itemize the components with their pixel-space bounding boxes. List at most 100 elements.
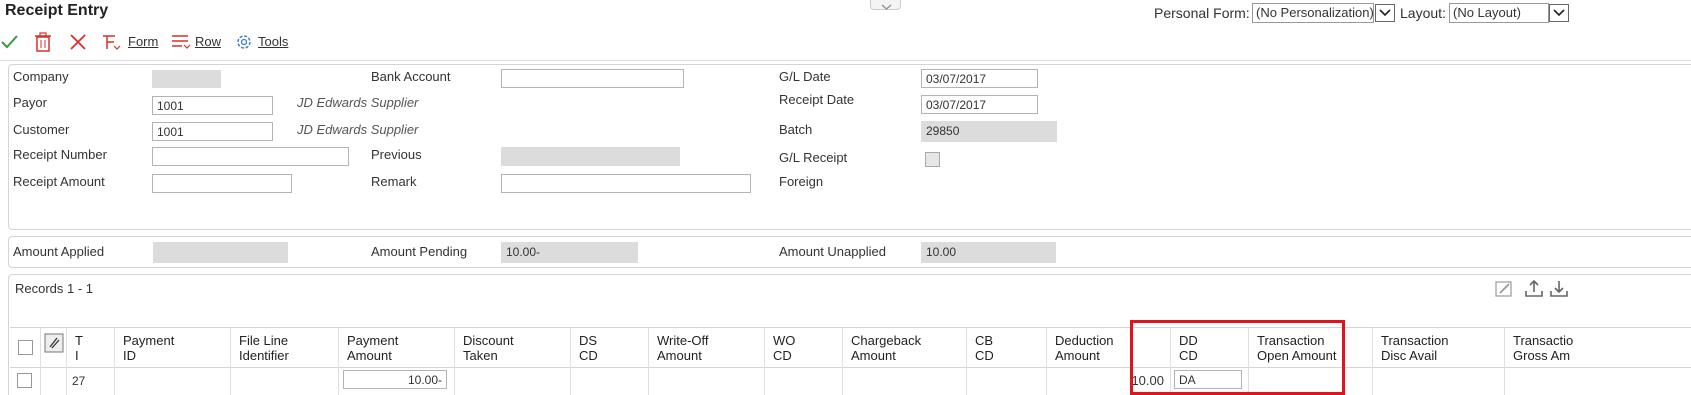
delete-button[interactable] [33, 31, 53, 53]
row-discount-taken-cell[interactable] [454, 368, 570, 395]
chevron-down-icon [881, 4, 892, 10]
column-header-transaction-disc-avail[interactable]: Transaction Disc Avail [1372, 328, 1504, 369]
customer-description: JD Edwards Supplier [297, 122, 419, 137]
grid-header: TI Payment ID File Line Identifier Payment… [10, 327, 1691, 369]
row-disc-avail-cell[interactable] [1372, 368, 1504, 395]
receipt-amount-label: Receipt Amount [13, 174, 105, 189]
bank-account-input[interactable] [501, 69, 684, 88]
close-icon [70, 34, 86, 50]
row-ds-cd-cell[interactable] [570, 368, 648, 395]
gear-icon [237, 35, 251, 49]
gl-receipt-label: G/L Receipt [779, 150, 848, 165]
payor-input[interactable]: 1001 [152, 96, 273, 115]
gl-date-input[interactable]: 03/07/2017 [921, 69, 1038, 88]
column-header-cb-cd[interactable]: CB CD [966, 328, 1046, 369]
amount-applied-field [153, 242, 288, 263]
tools-menu-label: Tools [258, 34, 289, 49]
select-all-column [10, 328, 40, 369]
gl-date-label: G/L Date [779, 69, 831, 84]
receipt-date-label: Receipt Date [779, 92, 855, 107]
collapse-handle[interactable] [870, 0, 901, 10]
amount-unapplied-label: Amount Unapplied [779, 244, 886, 259]
layout-label: Layout: [1400, 5, 1446, 21]
upload-icon [1525, 279, 1543, 297]
row-file-line-cell[interactable] [230, 368, 338, 395]
form-icon [103, 35, 121, 50]
import-button[interactable] [1549, 278, 1569, 298]
row-ti-cell: 27 [66, 368, 114, 395]
receipt-number-input[interactable] [152, 147, 349, 166]
amount-pending-field: 10.00- [501, 242, 638, 263]
personal-form-select[interactable]: (No Personalization) [1252, 3, 1374, 23]
payor-label: Payor [13, 95, 47, 110]
chevron-down-icon [1379, 9, 1391, 17]
column-header-wo-cd[interactable]: WO CD [764, 328, 842, 369]
row-icon [172, 35, 191, 49]
row-wo-cd-cell[interactable] [764, 368, 842, 395]
table-row[interactable]: 27 10.00- 10.00 DA [10, 368, 1691, 395]
receipt-amount-input[interactable] [152, 174, 292, 193]
layout-dropdown-button[interactable] [1549, 4, 1569, 22]
row-write-off-cell[interactable] [648, 368, 764, 395]
remark-label: Remark [371, 174, 417, 189]
customer-input[interactable]: 1001 [152, 122, 273, 141]
amount-unapplied-field: 10.00 [921, 242, 1056, 263]
receipt-date-input[interactable]: 03/07/2017 [921, 95, 1038, 114]
remark-input[interactable] [501, 174, 751, 193]
cancel-button[interactable] [68, 32, 88, 52]
column-header-discount-taken[interactable]: Discount Taken [454, 328, 570, 369]
export-button[interactable] [1524, 278, 1544, 298]
previous-field [501, 147, 680, 166]
receipt-number-label: Receipt Number [13, 147, 107, 162]
row-select-cell [10, 368, 40, 395]
records-count: Records 1 - 1 [15, 281, 94, 296]
row-checkbox[interactable] [17, 373, 32, 388]
layout-select[interactable]: (No Layout) [1449, 3, 1549, 23]
row-menu-label: Row [195, 34, 222, 49]
gl-receipt-checkbox [925, 152, 940, 167]
column-header-file-line-identifier[interactable]: File Line Identifier [230, 328, 338, 369]
row-attachment-cell [40, 368, 66, 395]
form-menu-label: Form [128, 34, 159, 49]
page-title: Receipt Entry [5, 2, 109, 19]
bank-account-label: Bank Account [371, 69, 451, 84]
batch-field: 29850 [921, 121, 1057, 142]
column-header-ti[interactable]: TI [66, 328, 114, 369]
column-header-ds-cd[interactable]: DS CD [570, 328, 648, 369]
column-header-payment-id[interactable]: Payment ID [114, 328, 230, 369]
row-gross-amount-cell[interactable] [1504, 368, 1691, 395]
grid-edit-button[interactable] [1494, 279, 1514, 299]
row-chargeback-cell[interactable] [842, 368, 966, 395]
row-payment-id-cell[interactable] [114, 368, 230, 395]
column-header-chargeback-amount[interactable]: Chargeback Amount [842, 328, 966, 369]
column-header-write-off-amount[interactable]: Write-Off Amount [648, 328, 764, 369]
select-all-checkbox[interactable] [18, 340, 33, 355]
column-header-payment-amount[interactable]: Payment Amount [338, 328, 454, 369]
row-payment-amount-cell: 10.00- [338, 368, 454, 395]
row-menu[interactable]: Row [170, 31, 225, 53]
tools-menu[interactable]: Tools [234, 31, 294, 53]
column-header-transaction-gross-amount[interactable]: Transactio Gross Am [1504, 328, 1691, 369]
company-label: Company [13, 69, 69, 84]
trash-icon [35, 32, 51, 52]
previous-label: Previous [371, 147, 422, 162]
download-icon [1550, 281, 1568, 297]
attachment-icon[interactable] [44, 333, 64, 353]
amount-pending-label: Amount Pending [371, 244, 468, 259]
edit-icon [1495, 281, 1512, 297]
highlight-box [1130, 320, 1345, 395]
checkmark-icon [1, 35, 18, 49]
personal-form-dropdown-button[interactable] [1375, 4, 1395, 22]
ok-button[interactable] [0, 32, 20, 52]
form-menu[interactable]: Form [101, 31, 161, 53]
payment-amount-input[interactable]: 10.00- [343, 370, 447, 389]
company-field [152, 70, 221, 88]
batch-label: Batch [779, 122, 813, 137]
customer-label: Customer [13, 122, 70, 137]
amount-applied-label: Amount Applied [13, 244, 105, 259]
personal-form-label: Personal Form: [1154, 5, 1250, 21]
attachment-column [40, 328, 66, 369]
row-cb-cd-cell[interactable] [966, 368, 1046, 395]
chevron-down-icon [1553, 9, 1565, 17]
payor-description: JD Edwards Supplier [297, 95, 419, 110]
